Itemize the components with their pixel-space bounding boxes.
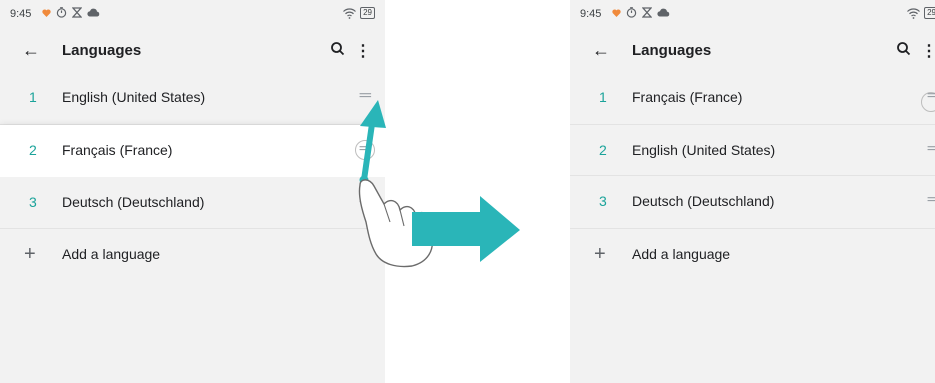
back-arrow-icon[interactable]: ←	[592, 40, 610, 61]
wifi-icon	[343, 7, 357, 19]
timer-icon	[626, 7, 637, 18]
language-row-1[interactable]: 1 Français (France) ═	[570, 72, 935, 124]
status-notification-icons	[42, 7, 100, 18]
app-toolbar: ← Languages ⋮	[570, 32, 935, 70]
language-order-number: 2	[29, 142, 37, 158]
back-arrow-icon[interactable]: ←	[22, 40, 40, 61]
cloud-icon	[87, 8, 100, 17]
phone-screen-before: 9:45 29 ← Languages ⋮ 1 English (United …	[0, 0, 385, 383]
drag-handle-icon[interactable]: ═	[928, 191, 935, 209]
search-icon[interactable]	[329, 40, 347, 58]
more-vert-icon[interactable]: ⋮	[921, 41, 935, 61]
plus-icon: +	[24, 243, 36, 265]
status-time: 9:45	[10, 8, 32, 20]
language-name: Français (France)	[632, 89, 743, 105]
language-row-2[interactable]: 2 English (United States) ═	[570, 125, 935, 177]
status-system-icons: 29	[907, 7, 935, 19]
more-vert-icon[interactable]: ⋮	[355, 41, 371, 61]
language-name: Deutsch (Deutschland)	[632, 193, 775, 209]
drag-handle-icon[interactable]: ═	[360, 140, 371, 158]
heart-icon	[42, 8, 51, 17]
status-bar: 9:45 29	[0, 7, 385, 22]
wifi-icon	[907, 7, 921, 19]
plus-icon: +	[594, 243, 606, 265]
status-bar: 9:45 29	[570, 7, 935, 22]
add-language-row[interactable]: + Add a language	[570, 229, 935, 281]
drag-handle-icon[interactable]: ═	[360, 192, 371, 210]
status-time: 9:45	[580, 8, 602, 20]
language-name: English (United States)	[632, 142, 776, 158]
language-name: Deutsch (Deutschland)	[62, 194, 205, 210]
hourglass-icon	[642, 7, 652, 18]
language-order-number: 1	[29, 89, 37, 105]
drag-handle-icon[interactable]: ═	[928, 140, 935, 158]
add-language-label: Add a language	[62, 246, 161, 262]
language-order-number: 2	[599, 142, 607, 158]
language-name: Français (France)	[62, 142, 173, 158]
drag-handle-icon[interactable]: ═	[928, 87, 935, 105]
hourglass-icon	[72, 7, 82, 18]
heart-icon	[612, 8, 621, 17]
status-notification-icons	[612, 7, 670, 18]
cloud-icon	[657, 8, 670, 17]
language-order-number: 3	[599, 193, 607, 209]
drag-handle-icon[interactable]: ═	[360, 87, 371, 105]
page-title: Languages	[632, 42, 712, 59]
language-name: English (United States)	[62, 89, 206, 105]
add-language-row[interactable]: + Add a language	[0, 229, 385, 281]
phone-screen-after: 9:45 29 ← Languages ⋮ 1 Français (France…	[570, 0, 935, 383]
timer-icon	[56, 7, 67, 18]
status-system-icons: 29	[343, 7, 375, 19]
add-language-label: Add a language	[632, 246, 731, 262]
language-row-3[interactable]: 3 Deutsch (Deutschland) ═	[0, 177, 385, 229]
language-order-number: 3	[29, 194, 37, 210]
search-icon[interactable]	[895, 40, 913, 58]
language-row-2-dragging[interactable]: 2 Français (France) ═	[0, 125, 385, 177]
page-title: Languages	[62, 42, 142, 59]
language-row-3[interactable]: 3 Deutsch (Deutschland) ═	[570, 176, 935, 228]
battery-icon: 29	[924, 7, 935, 19]
language-order-number: 1	[599, 89, 607, 105]
right-arrow-icon	[412, 196, 520, 262]
language-row-1[interactable]: 1 English (United States) ═	[0, 72, 385, 124]
app-toolbar: ← Languages ⋮	[0, 32, 385, 70]
battery-icon: 29	[360, 7, 375, 19]
